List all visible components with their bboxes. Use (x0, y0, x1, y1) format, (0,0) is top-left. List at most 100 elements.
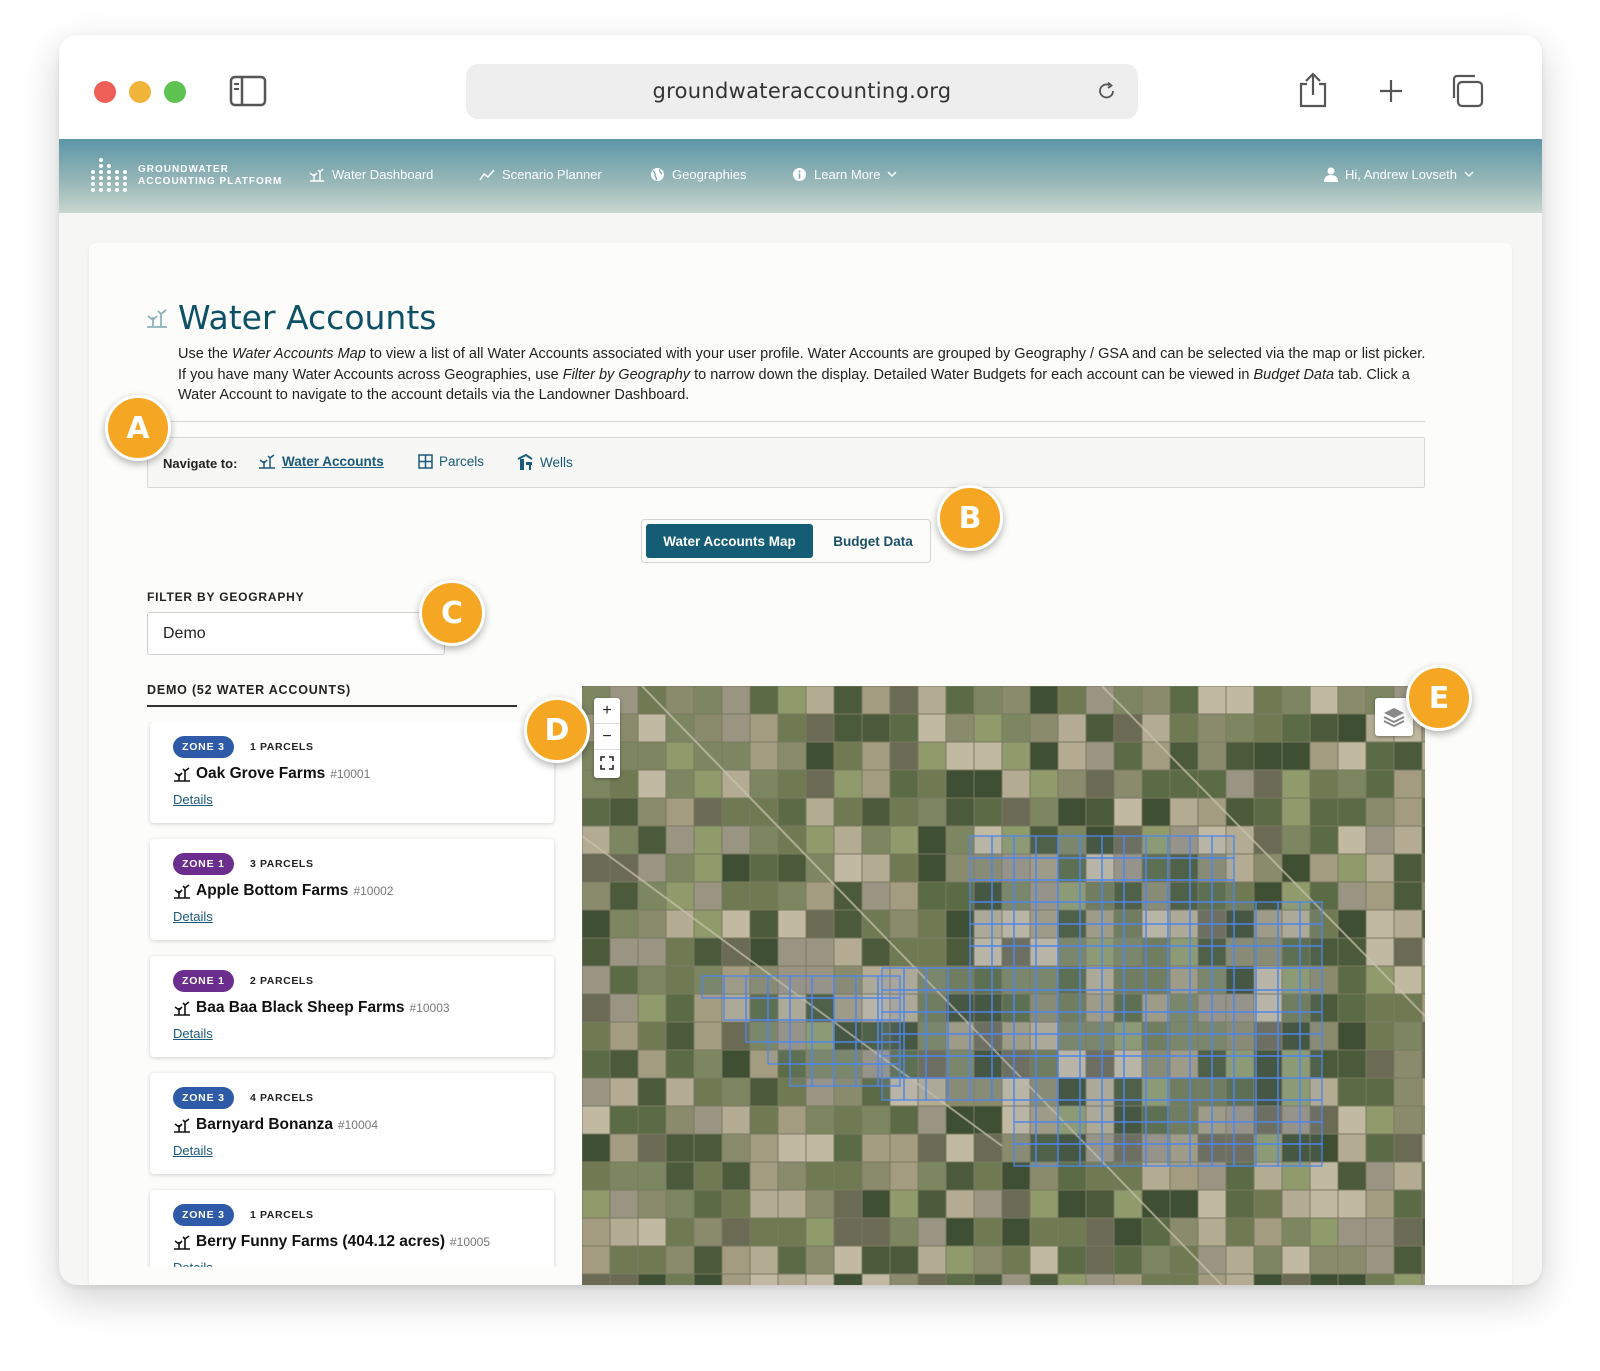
browser-window: groundwateraccounting.org GROUNDWATER AC… (59, 35, 1542, 1285)
page-intro: Use the Water Accounts Map to view a lis… (178, 344, 1430, 406)
new-tab-icon[interactable] (1377, 77, 1405, 105)
water-account-card[interactable]: ZONE 3 4 PARCELS Barnyard Bonanza #10004 Det… (150, 1073, 554, 1174)
globe-icon (651, 168, 664, 181)
parcel-count: 1 PARCELS (250, 1209, 314, 1221)
sidebar-toggle-icon[interactable] (229, 75, 267, 107)
nav-label: Geographies (672, 167, 747, 182)
zoom-window-button[interactable] (164, 81, 186, 103)
callout-d: D (524, 697, 590, 763)
plant-icon (174, 1117, 190, 1133)
logo-line-1: GROUNDWATER (138, 164, 229, 175)
share-icon[interactable] (1296, 71, 1330, 109)
plant-icon (309, 168, 324, 182)
account-details-link[interactable]: Details (173, 792, 213, 807)
water-account-card[interactable]: ZONE 1 2 PARCELS Baa Baa Black Sheep Farms… (150, 956, 554, 1057)
platform-logo[interactable]: GROUNDWATER ACCOUNTING PLATFORM (89, 156, 282, 196)
parcel-count: 3 PARCELS (250, 858, 314, 870)
account-name: Apple Bottom Farms (196, 882, 349, 899)
account-number: #10003 (409, 1001, 450, 1015)
account-name-row: Berry Funny Farms (404.12 acres) #10005 (173, 1233, 490, 1251)
user-menu[interactable]: Hi, Andrew Lovseth (1324, 167, 1474, 182)
account-list-header: DEMO (52 WATER ACCOUNTS) (147, 683, 351, 697)
map-zoom-controls: + − (594, 698, 620, 778)
intro-emphasis: Filter by Geography (562, 366, 691, 383)
intro-text: to narrow down the display. Detailed Wat… (690, 366, 1254, 383)
water-account-list[interactable]: ZONE 3 1 PARCELS Oak Grove Farms #10001 Deta… (147, 722, 560, 1267)
plant-icon (174, 766, 190, 782)
account-details-link[interactable]: Details (173, 1143, 213, 1158)
geography-select[interactable]: Demo (147, 612, 445, 655)
account-name-row: Apple Bottom Farms #10002 (173, 882, 393, 900)
satellite-map[interactable] (582, 686, 1425, 1285)
chevron-down-icon (887, 171, 897, 177)
water-accounts-map[interactable]: + − (582, 686, 1425, 1285)
navigate-link-label: Parcels (439, 454, 485, 469)
account-details-link[interactable]: Details (173, 1026, 213, 1041)
navigate-link-water-accounts[interactable]: Water Accounts (258, 454, 384, 469)
water-account-card[interactable]: ZONE 1 3 PARCELS Apple Bottom Farms #10002 D… (150, 839, 554, 940)
fullscreen-icon (600, 756, 614, 770)
navigate-link-label: Wells (540, 455, 573, 470)
plant-icon (174, 1000, 190, 1016)
zone-badge: ZONE 3 (173, 1087, 234, 1109)
callout-e: E (1406, 665, 1472, 731)
user-icon (1324, 167, 1338, 182)
plant-icon (174, 883, 190, 899)
plant-icon (147, 309, 167, 328)
tab-water-accounts-map[interactable]: Water Accounts Map (646, 524, 813, 558)
filter-by-geography-label: FILTER BY GEOGRAPHY (147, 590, 305, 604)
account-name-row: Barnyard Bonanza #10004 (173, 1116, 378, 1134)
account-name: Berry Funny Farms (404.12 acres) (196, 1233, 445, 1250)
tab-overview-icon[interactable] (1449, 73, 1485, 109)
zone-badge: ZONE 3 (173, 736, 234, 758)
close-window-button[interactable] (94, 81, 116, 103)
list-header-underline (147, 705, 517, 707)
account-details-link[interactable]: Details (173, 909, 213, 924)
reload-icon[interactable] (1096, 80, 1118, 102)
zone-badge: ZONE 3 (173, 1204, 234, 1226)
address-bar[interactable]: groundwateraccounting.org (466, 64, 1138, 119)
well-icon (517, 454, 533, 470)
minimize-window-button[interactable] (129, 81, 151, 103)
trend-line-icon (479, 169, 495, 180)
account-number: #10002 (353, 884, 394, 898)
nav-label: Scenario Planner (502, 167, 602, 182)
plant-icon (259, 454, 275, 469)
nav-label: Water Dashboard (332, 167, 434, 182)
callout-b: B (937, 485, 1003, 551)
view-toggle: Water Accounts Map Budget Data (641, 519, 931, 563)
nav-geographies[interactable]: Geographies (650, 167, 746, 182)
account-name-row: Baa Baa Black Sheep Farms #10003 (173, 999, 450, 1017)
chevron-down-icon (1464, 171, 1474, 177)
account-name: Oak Grove Farms (196, 765, 326, 782)
browser-toolbar: groundwateraccounting.org (59, 35, 1542, 139)
zoom-in-button[interactable]: + (594, 698, 620, 724)
navigate-to-bar: Navigate to: Water Accounts Parcels Well… (147, 437, 1425, 488)
account-number: #10001 (330, 767, 371, 781)
account-details-link[interactable]: Details (173, 1260, 213, 1267)
grid-icon (418, 454, 433, 469)
nav-learn-more[interactable]: Learn More (792, 167, 897, 182)
account-number: #10004 (337, 1118, 378, 1132)
zone-badge: ZONE 1 (173, 970, 234, 992)
url-text: groundwateraccounting.org (652, 79, 952, 103)
navigate-link-wells[interactable]: Wells (517, 454, 573, 471)
plant-icon (174, 1234, 190, 1250)
parcel-count: 4 PARCELS (250, 1092, 314, 1104)
water-account-card[interactable]: ZONE 3 1 PARCELS Berry Funny Farms (404.12… (150, 1190, 554, 1267)
tab-budget-data[interactable]: Budget Data (818, 524, 928, 558)
zoom-out-button[interactable]: − (594, 724, 620, 750)
nav-water-dashboard[interactable]: Water Dashboard (309, 167, 433, 182)
water-account-card[interactable]: ZONE 3 1 PARCELS Oak Grove Farms #10001 Deta… (150, 722, 554, 823)
page-title: Water Accounts (178, 298, 437, 337)
nav-scenario-planner[interactable]: Scenario Planner (479, 167, 602, 182)
nav-label: Learn More (814, 167, 881, 182)
navigate-link-parcels[interactable]: Parcels (418, 454, 484, 469)
intro-text: Use the (178, 346, 232, 362)
logo-dots-icon (91, 158, 127, 192)
app-navbar: GROUNDWATER ACCOUNTING PLATFORM Water Da… (59, 139, 1542, 213)
account-name: Baa Baa Black Sheep Farms (196, 999, 405, 1016)
account-number: #10005 (449, 1235, 491, 1249)
fullscreen-button[interactable] (594, 750, 620, 776)
user-greeting: Hi, Andrew Lovseth (1345, 167, 1458, 182)
